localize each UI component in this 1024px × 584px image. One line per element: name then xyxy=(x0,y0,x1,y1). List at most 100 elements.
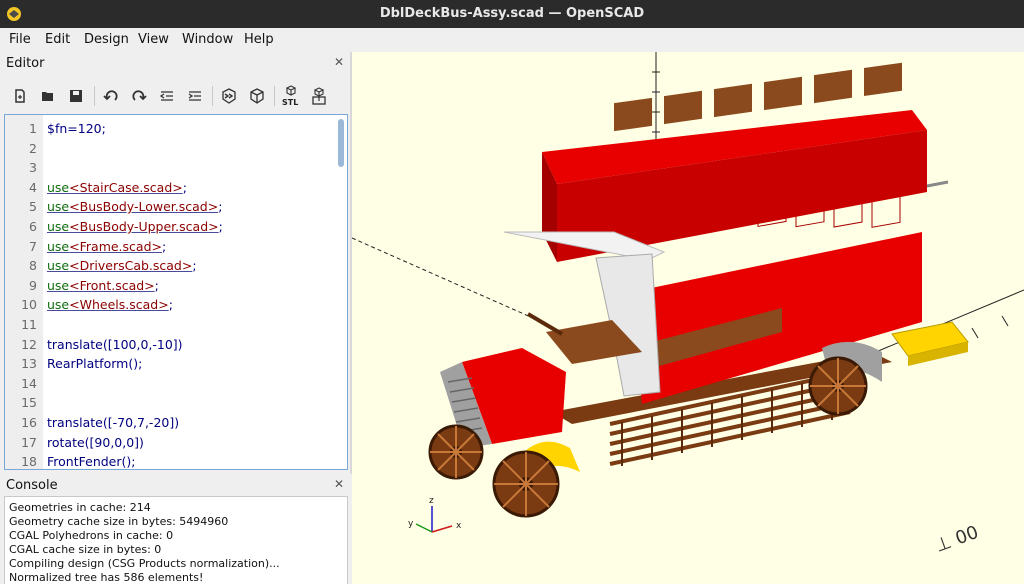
export-stl-button[interactable]: STL xyxy=(279,84,303,108)
rear-rail xyxy=(926,180,949,188)
line-number: 14 xyxy=(21,375,37,391)
redo-icon xyxy=(132,90,147,101)
statement-end: ; xyxy=(168,297,173,313)
line-number: 3 xyxy=(29,160,37,176)
code-text: use<Frame.scad>; xyxy=(47,239,166,254)
front-right-wheel xyxy=(492,450,560,518)
toolbar-separator xyxy=(274,86,275,106)
statement-end: ; xyxy=(218,199,223,215)
code-text: use<Wheels.scad>; xyxy=(47,297,173,312)
preview-button[interactable] xyxy=(217,84,241,108)
toolbar-separator xyxy=(94,86,95,106)
window-title: DblDeckBus-Assy.scad — OpenSCAD xyxy=(379,6,645,21)
include-path[interactable]: <Front.scad> xyxy=(69,278,155,293)
code-line[interactable]: 16 translate([-70,7,-20]) xyxy=(5,413,335,433)
redo-button[interactable] xyxy=(127,84,151,108)
menu-view[interactable]: View xyxy=(138,32,169,47)
code-line[interactable]: 6 use<BusBody-Upper.scad>; xyxy=(5,217,335,237)
indent-icon xyxy=(188,91,201,101)
line-number: 15 xyxy=(21,395,37,411)
code-line[interactable]: 2 xyxy=(5,139,335,159)
code-line[interactable]: 4 use<StairCase.scad>; xyxy=(5,178,335,198)
toolbar-separator xyxy=(212,86,213,106)
line-number: 10 xyxy=(21,297,37,313)
new-file-button[interactable] xyxy=(8,84,32,108)
code-text: use<BusBody-Lower.scad>; xyxy=(47,199,222,214)
line-number: 11 xyxy=(21,317,37,332)
editor-title: Editor xyxy=(6,56,45,71)
code-line[interactable]: 15 xyxy=(5,393,335,413)
save-icon xyxy=(70,90,82,102)
include-path[interactable]: <StairCase.scad> xyxy=(69,180,183,195)
code-line[interactable]: 7 use<Frame.scad>; xyxy=(5,237,335,257)
console-header: Console ✕ xyxy=(0,474,352,496)
include-path[interactable]: <BusBody-Lower.scad> xyxy=(69,199,218,214)
code-line[interactable]: 8 use<DriversCab.scad>; xyxy=(5,256,335,276)
indent-button[interactable] xyxy=(183,84,207,108)
editor-header: Editor ✕ xyxy=(0,52,352,74)
include-path[interactable]: <Frame.scad> xyxy=(69,239,162,254)
code-text: $fn=120; xyxy=(47,121,106,136)
use-keyword: use xyxy=(47,219,70,234)
menu-window[interactable]: Window xyxy=(182,32,233,47)
use-keyword: use xyxy=(47,277,70,293)
undo-button[interactable] xyxy=(99,84,123,108)
send-to-print-button[interactable] xyxy=(307,84,331,108)
code-line[interactable]: 1 $fn=120; xyxy=(5,119,335,139)
use-keyword: use xyxy=(47,238,70,254)
menu-file[interactable]: File xyxy=(9,32,31,47)
statement-end: ; xyxy=(218,219,223,234)
line-number: 16 xyxy=(21,415,37,430)
code-editor[interactable]: 1 $fn=120; 2 3 4 use<StairCase.scad>; 5 use<Bus… xyxy=(4,114,348,470)
console-close-button[interactable]: ✕ xyxy=(334,477,344,491)
save-button[interactable] xyxy=(64,84,88,108)
open-file-button[interactable] xyxy=(36,84,60,108)
include-path[interactable]: <BusBody-Upper.scad> xyxy=(69,219,218,234)
rear-wheel xyxy=(808,356,868,416)
editor-toolbar: STL xyxy=(0,76,352,116)
code-text: use<DriversCab.scad>; xyxy=(47,258,197,273)
include-path[interactable]: <Wheels.scad> xyxy=(69,297,169,312)
use-keyword: use xyxy=(47,199,70,215)
console-line: Compiling design (CSG Products normaliza… xyxy=(9,557,280,570)
menu-edit[interactable]: Edit xyxy=(45,32,70,47)
line-number: 4 xyxy=(29,179,37,195)
render-button[interactable] xyxy=(245,84,269,108)
svg-text:x: x xyxy=(456,521,462,531)
line-number: 12 xyxy=(21,336,37,352)
code-text: FrontFender(); xyxy=(47,454,136,470)
menu-help[interactable]: Help xyxy=(244,32,274,47)
code-line[interactable]: 11 xyxy=(5,315,335,335)
code-line[interactable]: 5 use<BusBody-Lower.scad>; xyxy=(5,197,335,217)
new-icon xyxy=(15,89,25,103)
code-line[interactable]: 17 rotate([90,0,0]) xyxy=(5,433,335,453)
unindent-button[interactable] xyxy=(155,84,179,108)
line-number: 18 xyxy=(21,454,37,470)
line-number: 13 xyxy=(21,356,37,372)
code-line[interactable]: 18 FrontFender(); xyxy=(5,452,335,470)
render-icon xyxy=(250,88,264,104)
svg-text:z: z xyxy=(429,496,434,506)
code-line[interactable]: 10 use<Wheels.scad>; xyxy=(5,295,335,315)
code-text: translate([100,0,-10]) xyxy=(47,336,183,352)
editor-panel: Editor ✕ STL 1 $fn=120; 2 3 4 use<StairC… xyxy=(0,52,352,472)
console-line: CGAL Polyhedrons in cache: 0 xyxy=(9,529,174,542)
front-left-wheel xyxy=(428,424,484,480)
code-line[interactable]: 14 xyxy=(5,374,335,394)
console-output[interactable]: Geometries in cache: 214 Geometry cache … xyxy=(4,496,348,584)
editor-scrollbar[interactable] xyxy=(338,119,344,167)
use-keyword: use xyxy=(47,297,70,313)
code-line[interactable]: 9 use<Front.scad>; xyxy=(5,276,335,296)
scale-marker: ⊥ 00 xyxy=(933,522,982,557)
preview-icon xyxy=(222,88,236,104)
code-line[interactable]: 3 xyxy=(5,158,335,178)
code-line[interactable]: 13 RearPlatform(); xyxy=(5,354,335,374)
menu-design[interactable]: Design xyxy=(84,32,129,47)
steering-column xyxy=(526,312,564,336)
code-line[interactable]: 12 translate([100,0,-10]) xyxy=(5,335,335,355)
include-path[interactable]: <DriversCab.scad> xyxy=(69,258,192,273)
3d-viewport[interactable]: ⊥ 00 z x y xyxy=(352,52,1024,584)
line-number: 17 xyxy=(21,434,37,450)
editor-close-button[interactable]: ✕ xyxy=(334,55,344,69)
line-number: 2 xyxy=(29,140,37,156)
